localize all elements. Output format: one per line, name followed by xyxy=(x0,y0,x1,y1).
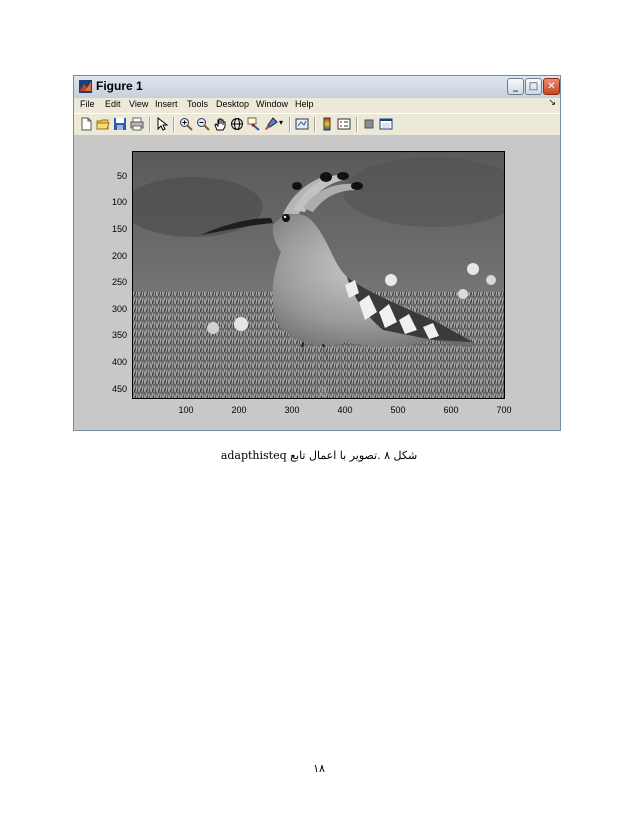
data-cursor-icon[interactable] xyxy=(247,117,261,131)
hoopoe-grayscale-image xyxy=(133,152,504,398)
menu-desktop[interactable]: Desktop xyxy=(216,99,249,109)
toolbar-separator xyxy=(149,117,151,132)
toolbar-separator xyxy=(314,117,316,132)
y-tick-label: 100 xyxy=(111,197,127,207)
colorbar-icon[interactable] xyxy=(320,117,334,131)
figure-toolbar: ▾ xyxy=(74,113,560,136)
x-tick-label: 700 xyxy=(496,405,512,415)
y-tick-label: 200 xyxy=(111,251,127,261)
maximize-button[interactable]: □ xyxy=(525,78,542,95)
pan-hand-icon[interactable] xyxy=(213,117,227,131)
toolbar-separator xyxy=(356,117,358,132)
minimize-button[interactable]: _ xyxy=(507,78,524,95)
menu-bar: File Edit View Insert Tools Desktop Wind… xyxy=(74,98,560,113)
close-button[interactable]: ✕ xyxy=(543,78,560,95)
open-file-icon[interactable] xyxy=(96,117,110,131)
menu-view[interactable]: View xyxy=(129,99,148,109)
y-tick-label: 150 xyxy=(111,224,127,234)
y-tick-label: 350 xyxy=(111,330,127,340)
x-tick-label: 400 xyxy=(337,405,353,415)
brush-dropdown-icon[interactable]: ▾ xyxy=(279,118,283,127)
hide-plot-tools-icon[interactable] xyxy=(362,117,376,131)
zoom-out-icon[interactable] xyxy=(196,117,210,131)
save-icon[interactable] xyxy=(113,117,127,131)
x-tick-label: 500 xyxy=(390,405,406,415)
new-figure-icon[interactable] xyxy=(79,117,93,131)
menu-help[interactable]: Help xyxy=(295,99,314,109)
legend-icon[interactable] xyxy=(337,117,351,131)
menu-tools[interactable]: Tools xyxy=(187,99,208,109)
x-tick-label: 100 xyxy=(178,405,194,415)
zoom-in-icon[interactable] xyxy=(179,117,193,131)
y-tick-label: 300 xyxy=(111,304,127,314)
matlab-figure-window: Figure 1 _ □ ✕ File Edit View Insert Too… xyxy=(73,75,561,431)
x-tick-label: 300 xyxy=(284,405,300,415)
rotate-3d-icon[interactable] xyxy=(230,117,244,131)
edit-plot-arrow-icon[interactable] xyxy=(155,117,169,131)
y-tick-label: 50 xyxy=(116,171,127,181)
toolbar-separator xyxy=(173,117,175,132)
figure-caption: شکل ۸ .تصویر با اعمال تابع adapthisteq xyxy=(220,449,418,462)
brush-icon[interactable] xyxy=(264,117,278,131)
page-number: ۱۸ xyxy=(313,762,325,775)
y-tick-label: 250 xyxy=(111,277,127,287)
print-icon[interactable] xyxy=(130,117,144,131)
menu-window[interactable]: Window xyxy=(256,99,288,109)
image-axes[interactable] xyxy=(132,151,505,399)
y-tick-label: 450 xyxy=(111,384,127,394)
menu-edit[interactable]: Edit xyxy=(105,99,121,109)
matlab-logo-icon xyxy=(79,80,92,93)
link-plot-icon[interactable] xyxy=(295,117,309,131)
x-tick-label: 600 xyxy=(443,405,459,415)
window-title: Figure 1 xyxy=(96,79,143,93)
menu-file[interactable]: File xyxy=(80,99,95,109)
toolbar-separator xyxy=(289,117,291,132)
figure-canvas: 50 100 150 200 250 300 350 400 450 100 2… xyxy=(74,135,560,430)
show-plot-tools-icon[interactable] xyxy=(379,117,393,131)
y-tick-label: 400 xyxy=(111,357,127,367)
x-tick-label: 200 xyxy=(231,405,247,415)
menu-insert[interactable]: Insert xyxy=(155,99,178,109)
dock-arrow-icon[interactable]: ↘ xyxy=(548,98,556,108)
window-titlebar[interactable]: Figure 1 _ □ ✕ xyxy=(74,76,560,99)
